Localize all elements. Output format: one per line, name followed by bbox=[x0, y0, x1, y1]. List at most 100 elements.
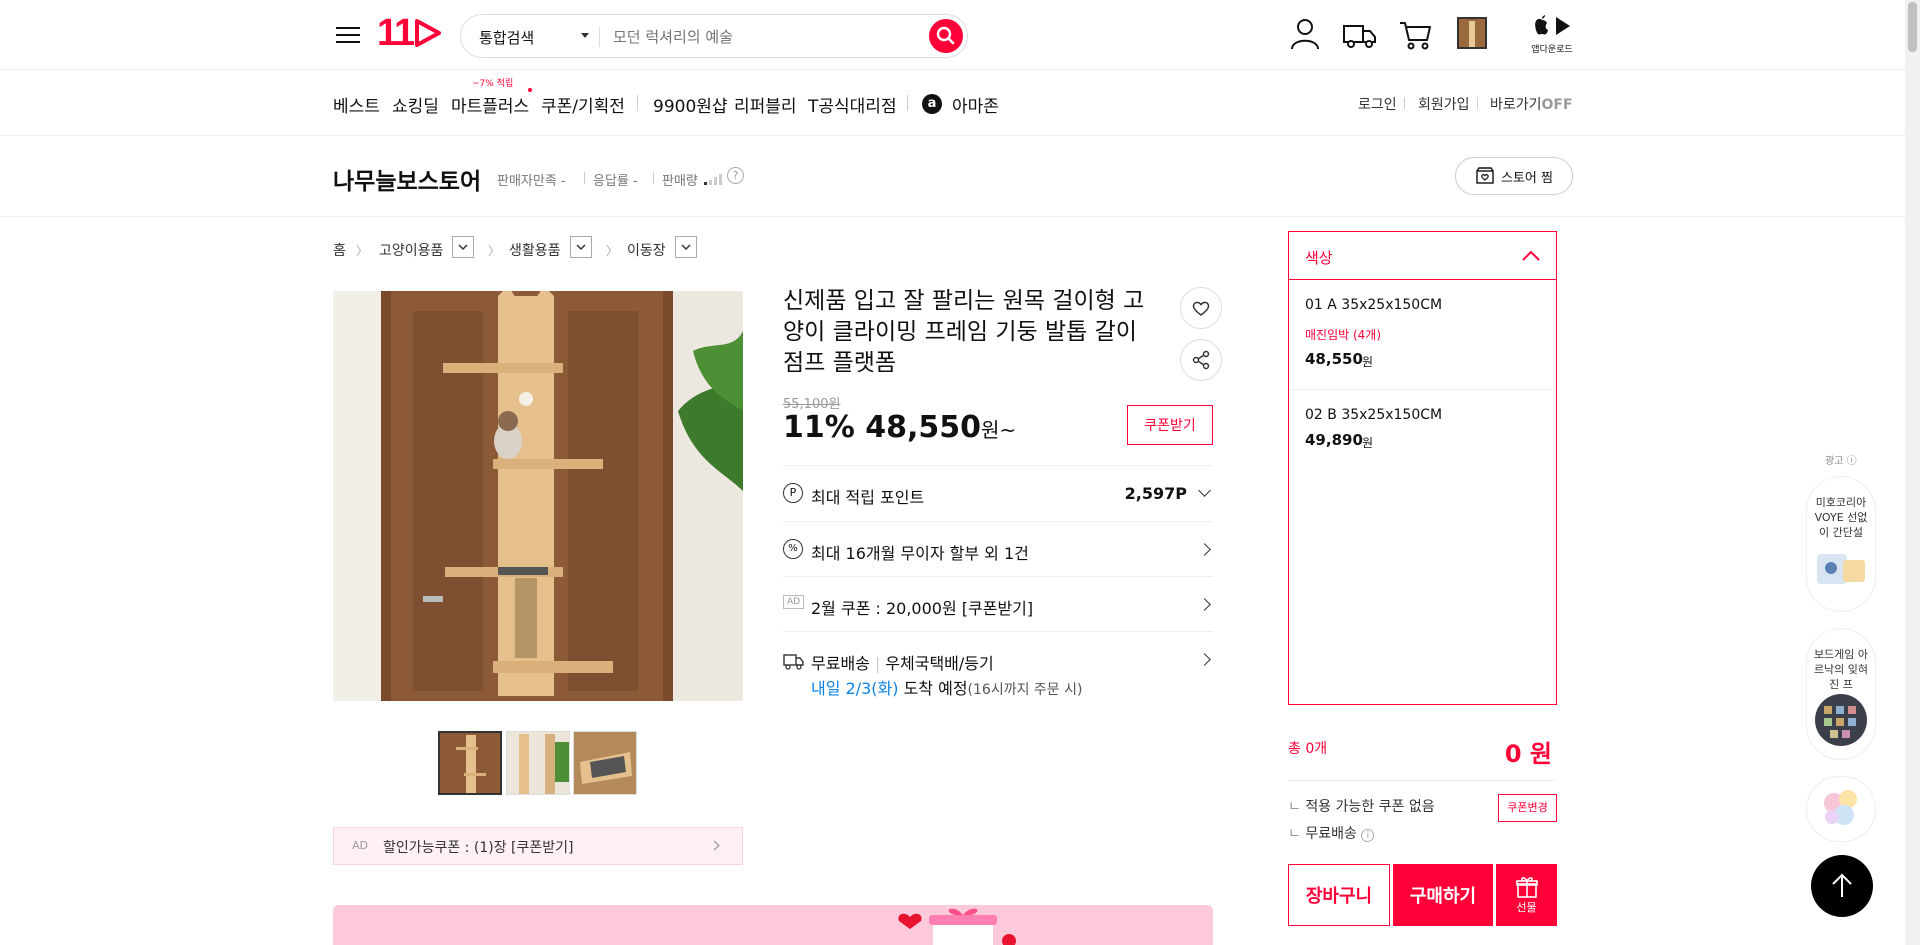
breadcrumb-cat2[interactable]: 생활용품 bbox=[509, 240, 561, 260]
installment-label: 최대 16개월 무이자 할부 외 1건 bbox=[811, 544, 1029, 563]
app-download-label: 앱다운로드 bbox=[1531, 45, 1573, 55]
coupon-status: ㄴ 적용 가능한 쿠폰 없음 bbox=[1288, 799, 1435, 815]
coupon-none-label: 적용 가능한 쿠폰 없음 bbox=[1305, 799, 1435, 815]
delivery-truck-icon[interactable] bbox=[1342, 16, 1378, 52]
thumbnail-2[interactable] bbox=[506, 731, 570, 795]
delivery-row[interactable]: 무료배송 | 우체국택배/등기 내일 2/3(화) 도착 예정(16시까지 주문 시… bbox=[783, 631, 1213, 706]
option-item[interactable]: 01 A 35x25x150CM 매진임박 (4개) 48,550 원 bbox=[1289, 280, 1556, 390]
thumbnail-3[interactable] bbox=[573, 731, 637, 795]
chevron-down-icon bbox=[458, 244, 468, 251]
divider bbox=[1477, 97, 1478, 109]
coupon-change-button[interactable]: 쿠폰변경 bbox=[1498, 794, 1557, 822]
product-main-image[interactable] bbox=[333, 291, 743, 701]
option-price: 48,550 bbox=[1305, 350, 1363, 368]
side-ad-2[interactable]: 보드게임 아르낙의 잊혀진 프 bbox=[1806, 628, 1876, 760]
breadcrumb-dropdown[interactable] bbox=[452, 236, 474, 258]
search-bar: 통합검색 bbox=[460, 14, 968, 58]
installment-row[interactable]: % 최대 16개월 무이자 할부 외 1건 bbox=[783, 521, 1213, 576]
chevron-down-icon bbox=[581, 33, 589, 38]
heart-icon bbox=[1192, 301, 1210, 316]
cart-icon[interactable] bbox=[1398, 16, 1434, 52]
sale-price: 11% 48,550원~ bbox=[783, 410, 1016, 445]
free-delivery: 무료배송 bbox=[811, 654, 870, 673]
stock-badge: 매진임박 (4개) bbox=[1305, 328, 1382, 342]
scrollbar[interactable] bbox=[1905, 0, 1920, 945]
buy-now-button[interactable]: 구매하기 bbox=[1393, 864, 1493, 926]
percent-icon: % bbox=[783, 539, 803, 559]
share-button[interactable] bbox=[1180, 339, 1222, 381]
ad-product-image bbox=[1824, 790, 1857, 825]
delivery-method: 우체국택배/등기 bbox=[885, 654, 994, 673]
search-button[interactable] bbox=[929, 19, 963, 53]
free-ship-label: 무료배송 bbox=[1305, 826, 1357, 842]
amazon-icon: a bbox=[922, 94, 942, 114]
gift-button[interactable]: 선물 bbox=[1496, 864, 1557, 926]
nav-mart-plus[interactable]: 마트플러스 bbox=[451, 92, 529, 117]
nav-best[interactable]: 베스트 bbox=[333, 92, 380, 117]
wishlist-button[interactable] bbox=[1180, 287, 1222, 329]
ad-coupon-row[interactable]: AD 2월 쿠폰 : 20,000원 [쿠폰받기] bbox=[783, 576, 1213, 631]
recent-product-thumbnail[interactable] bbox=[1457, 17, 1487, 49]
nav-9900-shop[interactable]: 9900원샵 bbox=[653, 92, 728, 117]
gift-label: 선물 bbox=[1516, 901, 1537, 914]
breadcrumb-separator: 〉 bbox=[606, 244, 619, 258]
signup-link[interactable]: 회원가입 bbox=[1418, 94, 1470, 114]
user-icon[interactable] bbox=[1287, 16, 1323, 52]
breadcrumb-dropdown[interactable] bbox=[675, 236, 697, 258]
breadcrumb-dropdown[interactable] bbox=[570, 236, 592, 258]
search-input[interactable] bbox=[613, 25, 903, 49]
search-type-select[interactable]: 통합검색 bbox=[479, 27, 534, 48]
side-ad-text: 미호코리아 VOYE 선없이 간단설 bbox=[1814, 496, 1868, 539]
chevron-right-icon bbox=[1198, 598, 1211, 611]
option-name: 02 B 35x25x150CM bbox=[1305, 407, 1443, 423]
store-response-rate: 응답률 - bbox=[593, 174, 638, 189]
add-to-cart-button[interactable]: 장바구니 bbox=[1288, 864, 1390, 926]
chevron-right-icon bbox=[1198, 653, 1211, 666]
breadcrumb-cat1[interactable]: 고양이용품 bbox=[379, 240, 443, 260]
option-name: 01 A 35x25x150CM bbox=[1305, 297, 1443, 313]
points-row[interactable]: P 최대 적립 포인트 2,597P bbox=[783, 465, 1213, 521]
top-header: 11 통합검색 앱다운로드 bbox=[0, 0, 1920, 70]
help-icon[interactable]: ? bbox=[727, 167, 744, 184]
discount-coupon-bar[interactable]: AD 할인가능쿠폰 : (1)장 [쿠폰받기] bbox=[333, 827, 743, 865]
side-ad-3[interactable] bbox=[1806, 776, 1876, 842]
option-price-unit: 원 bbox=[1362, 355, 1374, 369]
ad-product-image bbox=[1815, 694, 1867, 746]
promo-banner[interactable] bbox=[333, 905, 1213, 945]
divider bbox=[907, 95, 908, 111]
store-name[interactable]: 나무늘보스토어 bbox=[333, 162, 481, 196]
point-icon: P bbox=[783, 483, 803, 503]
store-sales: 판매량 bbox=[662, 174, 698, 189]
option-item[interactable]: 02 B 35x25x150CM 49,890 원 bbox=[1289, 390, 1556, 500]
ad-label-text: 광고 bbox=[1825, 456, 1844, 467]
nav-shocking-deal[interactable]: 쇼킹딜 bbox=[392, 92, 439, 117]
chevron-down-icon bbox=[681, 244, 691, 251]
info-icon[interactable]: i bbox=[1361, 829, 1375, 842]
side-ad-1[interactable]: 미호코리아 VOYE 선없이 간단설 bbox=[1806, 476, 1876, 612]
coupon-button[interactable]: 쿠폰받기 bbox=[1127, 405, 1213, 445]
chevron-right-icon bbox=[709, 840, 720, 851]
store-fav-button[interactable]: 스토어 찜 bbox=[1455, 157, 1573, 195]
delivery-cutoff: (16시까지 주문 시) bbox=[967, 682, 1083, 698]
nav-refurbly[interactable]: 리퍼블리 bbox=[734, 92, 797, 117]
site-logo[interactable]: 11 bbox=[377, 12, 443, 55]
scroll-to-top-button[interactable] bbox=[1811, 855, 1873, 917]
divider bbox=[599, 27, 600, 47]
scrollbar-thumb[interactable] bbox=[1908, 2, 1917, 52]
login-link[interactable]: 로그인 bbox=[1358, 94, 1397, 114]
nav-amazon[interactable]: 아마존 bbox=[952, 92, 999, 117]
menu-icon[interactable] bbox=[336, 22, 360, 48]
app-download[interactable]: 앱다운로드 bbox=[1528, 14, 1576, 55]
breadcrumb-cat3[interactable]: 이동장 bbox=[627, 240, 666, 260]
points-label: 최대 적립 포인트 bbox=[811, 488, 925, 507]
ad-badge: AD bbox=[783, 595, 805, 609]
nav-t-official[interactable]: T공식대리점 bbox=[808, 92, 897, 117]
shortcut-toggle[interactable]: 바로가기OFF bbox=[1490, 94, 1573, 114]
option-header[interactable]: 색상 bbox=[1289, 232, 1556, 280]
nav-coupon-event[interactable]: 쿠폰/기획전 bbox=[541, 92, 625, 117]
thumbnail-image bbox=[507, 732, 569, 794]
breadcrumb-separator: 〉 bbox=[356, 244, 369, 258]
breadcrumb-home[interactable]: 홈 bbox=[333, 240, 346, 260]
divider bbox=[653, 172, 654, 184]
thumbnail-1[interactable] bbox=[438, 731, 502, 795]
